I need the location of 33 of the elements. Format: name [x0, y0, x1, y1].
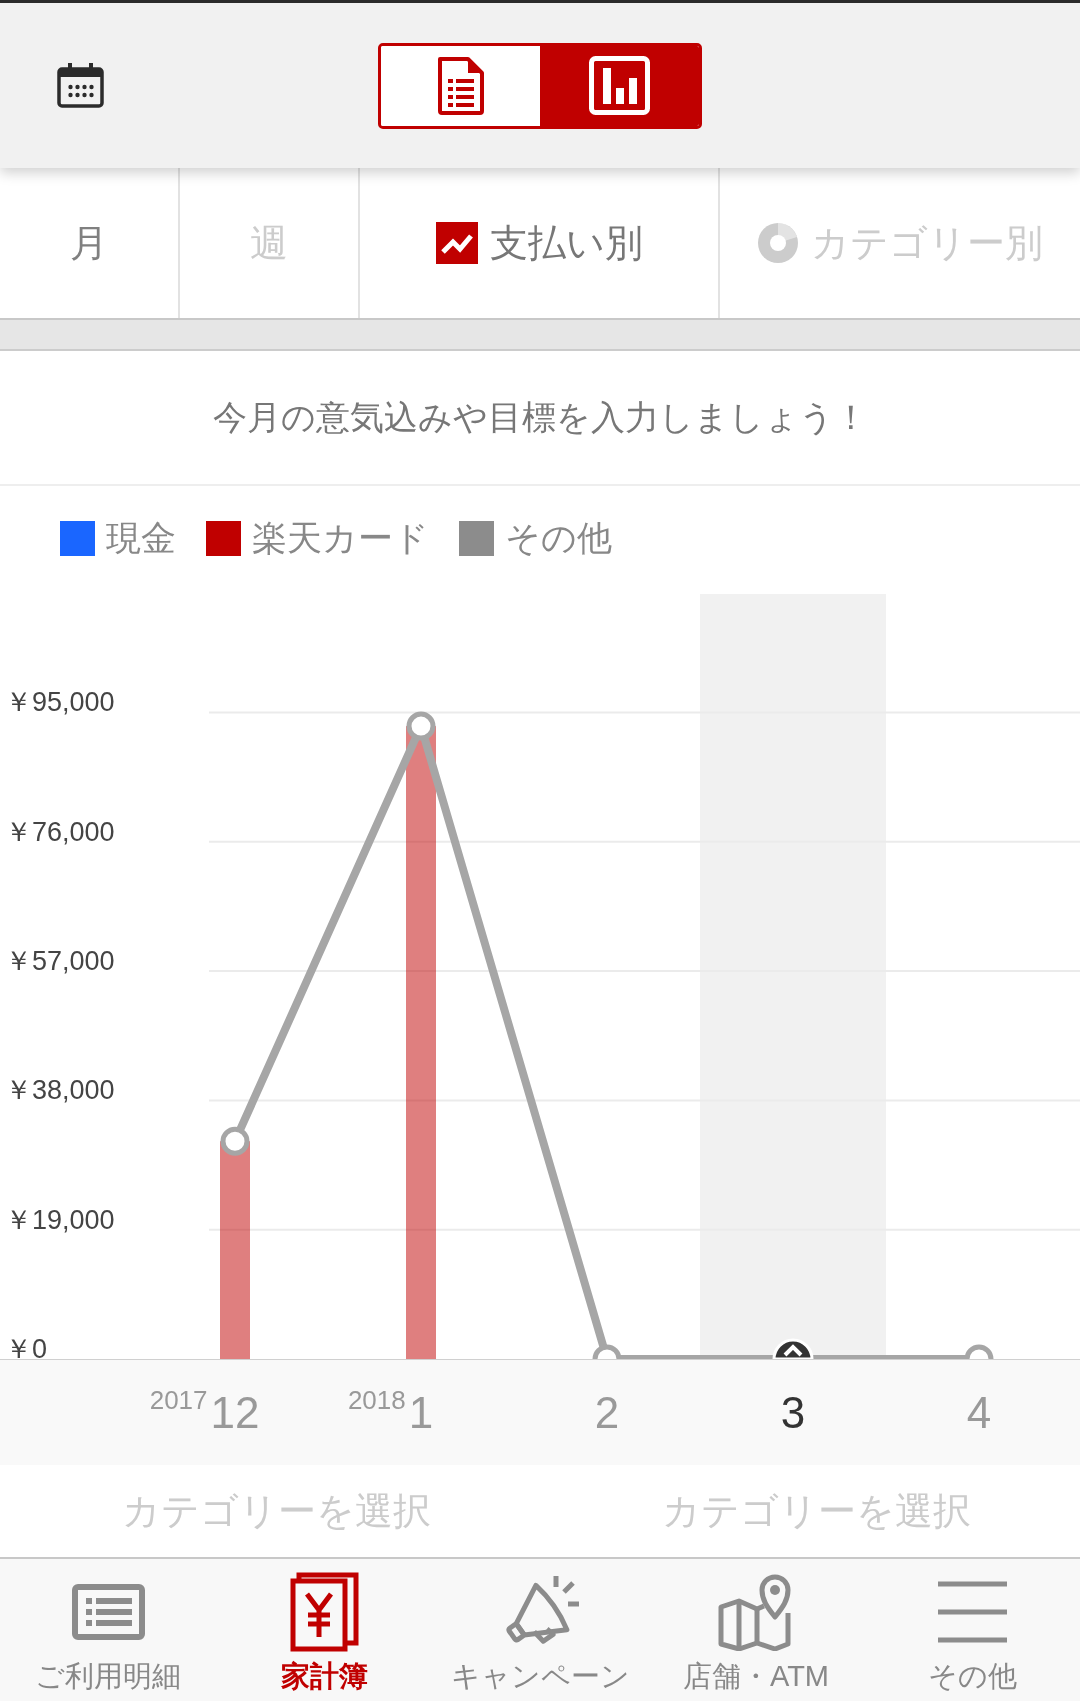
y-axis-label: ￥95,000: [5, 687, 115, 718]
y-axis-label: ￥57,000: [5, 946, 115, 977]
document-list-icon: [437, 56, 484, 115]
y-axis-label: ￥76,000: [5, 816, 115, 847]
y-axis-label: ￥0: [5, 1334, 48, 1359]
legend-label: 現金: [106, 518, 176, 558]
nav-item[interactable]: 家計簿: [216, 1559, 432, 1701]
data-point: [220, 1126, 250, 1156]
legend-label: 楽天カード: [252, 518, 429, 558]
month-tab[interactable]: 3: [700, 1360, 886, 1465]
calendar-icon: [57, 63, 104, 108]
donut-chart-icon: [757, 222, 799, 264]
nav-item[interactable]: キャンペーン: [432, 1559, 648, 1701]
y-axis-label: ￥38,000: [5, 1075, 115, 1106]
nav-item[interactable]: 店舗・ATM: [648, 1559, 864, 1701]
chart-view-button[interactable]: [540, 45, 699, 126]
list-card-icon: [71, 1584, 145, 1640]
month-tab[interactable]: 2: [514, 1360, 700, 1465]
legend-label: その他: [505, 518, 612, 558]
menu-icon: [937, 1581, 1007, 1643]
y-axis-label: ￥19,000: [5, 1204, 115, 1235]
line-chart-icon: [435, 222, 478, 264]
bar-chart-icon: [589, 56, 650, 115]
nav-item[interactable]: ご利用明細: [0, 1559, 216, 1701]
month-tab[interactable]: 4: [886, 1360, 1072, 1465]
calendar-button[interactable]: [54, 60, 107, 111]
yen-ledger-icon: [289, 1572, 359, 1652]
year-label: 2018: [347, 1385, 406, 1414]
year-label: 2017: [149, 1385, 208, 1414]
view-tab[interactable]: 支払い別: [360, 168, 720, 318]
period-tab[interactable]: 月: [0, 168, 180, 318]
data-point: [406, 711, 436, 741]
nav-item[interactable]: その他: [864, 1559, 1080, 1701]
